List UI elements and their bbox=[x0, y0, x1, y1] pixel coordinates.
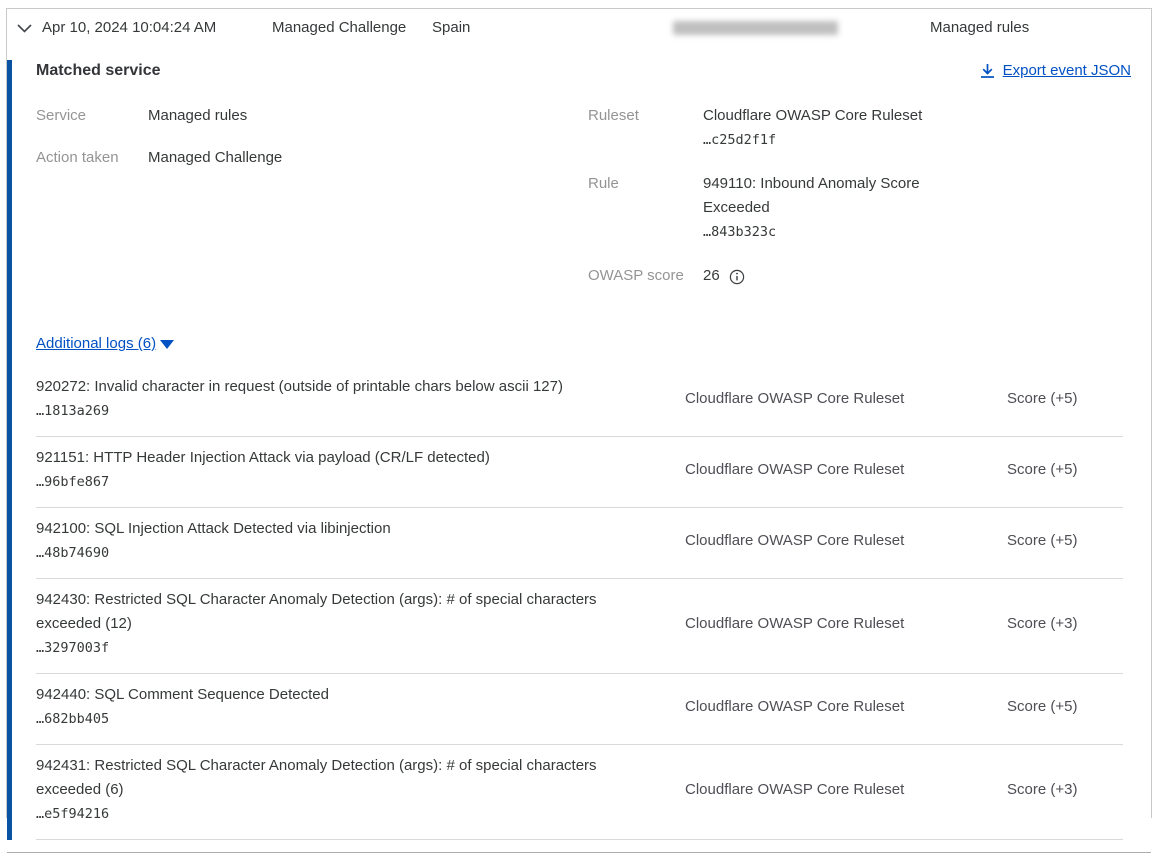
rule-field: Rule 949110: Inbound Anomaly Score Excee… bbox=[588, 172, 1131, 244]
triangle-down-icon bbox=[160, 340, 174, 349]
log-ruleset: Cloudflare OWASP Core Ruleset bbox=[685, 387, 960, 411]
log-score: Score (+5) bbox=[1007, 695, 1123, 719]
log-hash: …96bfe867 bbox=[36, 470, 660, 494]
ruleset-label: Ruleset bbox=[588, 104, 703, 152]
export-event-json-link[interactable]: Export event JSON bbox=[980, 60, 1131, 82]
log-description: 942100: SQL Injection Attack Detected vi… bbox=[36, 517, 660, 541]
matched-service-title: Matched service bbox=[36, 60, 161, 82]
log-description: 942431: Restricted SQL Character Anomaly… bbox=[36, 754, 660, 802]
log-ruleset: Cloudflare OWASP Core Ruleset bbox=[685, 778, 960, 802]
log-ruleset: Cloudflare OWASP Core Ruleset bbox=[685, 612, 960, 636]
event-summary-row[interactable]: Apr 10, 2024 10:04:24 AM Managed Challen… bbox=[7, 9, 1151, 47]
log-description: 942430: Restricted SQL Character Anomaly… bbox=[36, 588, 660, 636]
log-score: Score (+3) bbox=[1007, 778, 1123, 802]
log-score: Score (+5) bbox=[1007, 387, 1123, 411]
log-description: 920272: Invalid character in request (ou… bbox=[36, 375, 660, 399]
event-detail-panel: Apr 10, 2024 10:04:24 AM Managed Challen… bbox=[6, 8, 1152, 818]
log-ruleset: Cloudflare OWASP Core Ruleset bbox=[685, 458, 960, 482]
log-row: 920272: Invalid character in request (ou… bbox=[36, 366, 1123, 437]
rule-value: 949110: Inbound Anomaly Score Exceeded bbox=[703, 172, 953, 220]
log-description: 942440: SQL Comment Sequence Detected bbox=[36, 683, 660, 707]
ruleset-value: Cloudflare OWASP Core Ruleset bbox=[703, 104, 922, 128]
owasp-score-field: OWASP score 26 bbox=[588, 264, 1131, 288]
log-ruleset: Cloudflare OWASP Core Ruleset bbox=[685, 529, 960, 553]
next-row-border bbox=[7, 852, 1151, 858]
ruleset-hash: …c25d2f1f bbox=[703, 128, 922, 152]
service-label: Service bbox=[36, 104, 148, 128]
service-value: Managed rules bbox=[148, 104, 247, 128]
redacted-value-blur bbox=[673, 21, 838, 35]
chevron-down-icon bbox=[16, 21, 33, 35]
owasp-score-value: 26 bbox=[703, 264, 720, 288]
rule-label: Rule bbox=[588, 172, 703, 244]
log-score: Score (+3) bbox=[1007, 612, 1123, 636]
info-icon[interactable] bbox=[729, 269, 745, 285]
event-action: Managed Challenge bbox=[272, 16, 432, 40]
log-score: Score (+5) bbox=[1007, 529, 1123, 553]
event-timestamp: Apr 10, 2024 10:04:24 AM bbox=[42, 16, 272, 40]
expanded-detail-section: Matched service Export event JSON Servic… bbox=[7, 60, 1151, 840]
ruleset-field: Ruleset Cloudflare OWASP Core Ruleset …c… bbox=[588, 104, 1131, 152]
additional-logs-toggle[interactable]: Additional logs (6) bbox=[36, 333, 174, 355]
event-country: Spain bbox=[432, 16, 673, 40]
rule-hash: …843b323c bbox=[703, 220, 953, 244]
additional-logs-label: Additional logs (6) bbox=[36, 333, 156, 355]
log-row: 942440: SQL Comment Sequence Detected …6… bbox=[36, 674, 1123, 745]
action-taken-field: Action taken Managed Challenge bbox=[36, 146, 588, 170]
service-field: Service Managed rules bbox=[36, 104, 588, 128]
log-hash: …1813a269 bbox=[36, 399, 660, 423]
owasp-score-label: OWASP score bbox=[588, 264, 703, 288]
log-ruleset: Cloudflare OWASP Core Ruleset bbox=[685, 695, 960, 719]
action-taken-value: Managed Challenge bbox=[148, 146, 282, 170]
additional-logs-table: 920272: Invalid character in request (ou… bbox=[36, 366, 1123, 840]
log-row: 942100: SQL Injection Attack Detected vi… bbox=[36, 508, 1123, 579]
download-icon bbox=[980, 63, 995, 79]
log-hash: …48b74690 bbox=[36, 541, 660, 565]
log-description: 921151: HTTP Header Injection Attack via… bbox=[36, 446, 660, 470]
log-hash: …e5f94216 bbox=[36, 802, 660, 826]
log-row: 942430: Restricted SQL Character Anomaly… bbox=[36, 579, 1123, 674]
event-service: Managed rules bbox=[930, 16, 1029, 40]
export-link-label: Export event JSON bbox=[1003, 60, 1131, 82]
log-hash: …3297003f bbox=[36, 636, 660, 660]
log-row: 921151: HTTP Header Injection Attack via… bbox=[36, 437, 1123, 508]
collapse-chevron-button[interactable] bbox=[7, 21, 42, 35]
log-row: 942431: Restricted SQL Character Anomaly… bbox=[36, 745, 1123, 840]
action-taken-label: Action taken bbox=[36, 146, 148, 170]
log-hash: …682bb405 bbox=[36, 707, 660, 731]
log-score: Score (+5) bbox=[1007, 458, 1123, 482]
